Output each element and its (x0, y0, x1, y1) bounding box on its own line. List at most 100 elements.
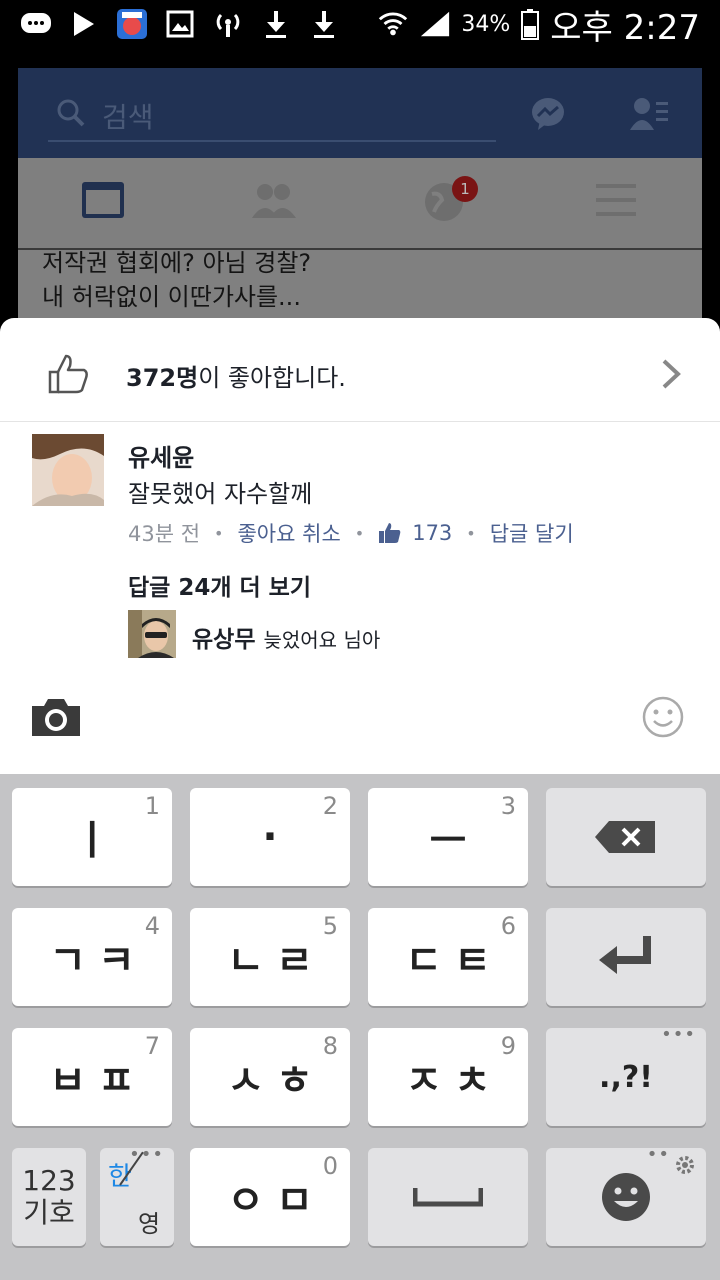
key-nieun-rieul[interactable]: 5 ㄴㄹ (190, 908, 350, 1006)
key-label: ㄴㄹ (227, 938, 325, 984)
likes-summary-row[interactable]: 372명이 좋아합니다. (0, 318, 720, 422)
news-feed-icon[interactable] (80, 180, 130, 224)
facebook-tab-bar (18, 158, 702, 250)
like-thumb-icon (378, 521, 402, 545)
image-icon (164, 8, 196, 40)
messenger-icon[interactable] (530, 96, 566, 136)
key-ieung-mieum[interactable]: 0 ㅇㅁ (190, 1148, 350, 1246)
search-input[interactable]: 검색 (102, 96, 154, 136)
key-number: 2 (322, 792, 338, 820)
avatar[interactable] (128, 610, 176, 658)
key-digeut-tieut[interactable]: 6 ㄷㅌ (368, 908, 528, 1006)
emoji-settings-key[interactable]: •• (546, 1146, 706, 1246)
key-label: 기호 (23, 1196, 75, 1229)
likes-count-text: 372명이 좋아합니다. (126, 358, 346, 393)
comment-like-count[interactable]: 173 (412, 521, 452, 545)
key-label: ㄷㅌ (405, 938, 503, 984)
key-giyeok-kieuk[interactable]: 4 ㄱㅋ (12, 908, 172, 1006)
backspace-icon (595, 821, 655, 853)
facebook-header: 검색 (18, 68, 702, 158)
space-icon (413, 1188, 483, 1207)
thumbs-up-icon (46, 352, 90, 396)
key-number: 7 (144, 1032, 160, 1060)
chevron-right-icon[interactable] (660, 358, 682, 390)
key-label: ㅡ (429, 818, 479, 864)
view-more-replies[interactable]: 답글 24개 더 보기 (128, 568, 311, 602)
key-label: .,?! (599, 1059, 653, 1095)
key-number: 8 (322, 1032, 338, 1060)
comment-time: 43분 전 (128, 522, 201, 546)
friends-icon[interactable] (250, 180, 300, 224)
separator-dot: • (466, 523, 476, 543)
wifi-icon (377, 8, 409, 40)
key-label: · (262, 814, 290, 860)
space-key[interactable] (368, 1148, 528, 1246)
search-underline (48, 140, 496, 142)
avatar[interactable] (32, 434, 104, 506)
emoji-smile-icon[interactable] (642, 696, 684, 738)
menu-icon[interactable] (594, 180, 644, 224)
reply-text: 늦었어요 님아 (263, 628, 381, 652)
key-label: 123 (22, 1164, 76, 1197)
punctuation-key[interactable]: ••• .,?! (546, 1024, 706, 1126)
separator-dot: • (354, 523, 365, 543)
symbol-mode-label: 123 기호 (22, 1165, 75, 1229)
battery-percent: 34% (461, 11, 511, 37)
language-switch-key[interactable]: ••• 한 영 (100, 1144, 174, 1246)
more-dots-icon: ••• (129, 1144, 164, 1165)
key-dot[interactable]: 2 · (190, 788, 350, 886)
enter-icon (599, 936, 651, 974)
hotspot-icon (212, 8, 244, 40)
korean-keyboard: 1 ㅣ 2 · 3 ㅡ 4 ㄱㅋ 5 ㄴㄹ 6 ㄷㅌ 7 ㅂㅍ 8 ㅅㅎ 9 ㅈ… (0, 774, 720, 1280)
likes-count: 372명 (126, 364, 199, 392)
separator-dot: • (214, 523, 224, 543)
gear-icon (674, 1154, 696, 1180)
key-label: ㅇㅁ (227, 1178, 325, 1224)
battery-icon (520, 8, 540, 40)
screen: 34% 오후 2:27 검색 1 저작권 협회에? 아님 경찰? 내 허락없이 … (0, 0, 720, 1280)
key-number: 9 (500, 1032, 516, 1060)
key-number: 4 (144, 912, 160, 940)
key-jieut-chieut[interactable]: 9 ㅈㅊ (368, 1028, 528, 1126)
comment-author[interactable]: 유세윤 (128, 438, 194, 473)
more-dots-icon: ••• (661, 1024, 696, 1045)
likes-suffix: 이 좋아합니다. (198, 364, 346, 392)
post-line: 저작권 협회에? 아님 경찰? (42, 249, 312, 277)
key-label: ㄱㅋ (49, 938, 147, 984)
key-number: 0 (322, 1152, 338, 1180)
key-label: ㅈㅊ (405, 1058, 503, 1104)
key-i[interactable]: 1 ㅣ (12, 788, 172, 886)
signal-icon (419, 8, 451, 40)
post-text: 저작권 협회에? 아님 경찰? 내 허락없이 이딴가사를... (42, 246, 311, 314)
camera-icon[interactable] (30, 696, 82, 738)
reply-author: 유상무 (192, 627, 256, 653)
key-number: 1 (144, 792, 160, 820)
key-siot-hieut[interactable]: 8 ㅅㅎ (190, 1028, 350, 1126)
unlike-link[interactable]: 좋아요 취소 (237, 518, 340, 548)
key-label: 영 (138, 1210, 161, 1238)
likes-comments-sheet: 372명이 좋아합니다. 유세윤 잘못했어 자수할께 43분 전 • 좋아요 취… (0, 318, 720, 774)
friend-requests-icon[interactable] (630, 96, 670, 136)
key-number: 6 (500, 912, 516, 940)
game-app-icon (116, 8, 148, 40)
key-bieup-pieup[interactable]: 7 ㅂㅍ (12, 1028, 172, 1126)
reply-link[interactable]: 답글 달기 (490, 518, 574, 548)
enter-key[interactable] (546, 908, 706, 1006)
reply-preview[interactable]: 유상무 늦었어요 님아 (192, 620, 380, 654)
comment-meta: 43분 전 • 좋아요 취소 • 173 • 답글 달기 (128, 518, 574, 548)
symbol-mode-key[interactable]: 123 기호 (12, 1148, 86, 1246)
key-eu[interactable]: 3 ㅡ (368, 788, 528, 886)
key-label: ㅅㅎ (227, 1058, 325, 1104)
key-number: 5 (322, 912, 338, 940)
clock: 오후 2:27 (550, 7, 700, 48)
notification-badge: 1 (452, 176, 478, 202)
comment-text: 잘못했어 자수할께 (128, 480, 313, 508)
key-number: 3 (500, 792, 516, 820)
backspace-key[interactable] (546, 788, 706, 886)
search-icon (56, 98, 86, 132)
key-label: ㅣ (73, 818, 123, 864)
play-store-icon (68, 8, 100, 40)
status-bar: 34% 오후 2:27 (0, 0, 720, 48)
emoji-face-icon (602, 1173, 650, 1221)
chat-bubble-icon (20, 8, 52, 40)
